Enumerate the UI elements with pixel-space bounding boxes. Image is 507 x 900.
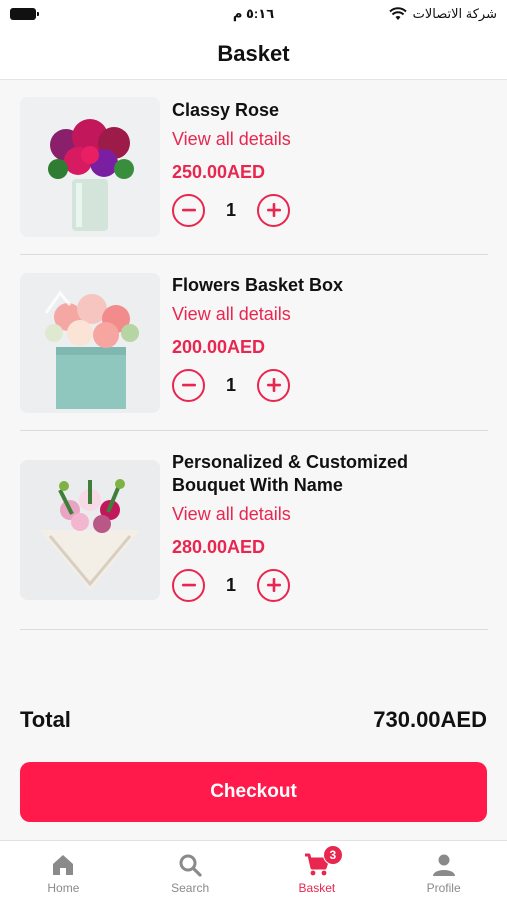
flower-box-image[interactable] [20,273,160,413]
plus-icon [266,578,281,592]
basket-screen: ٥:١٦ م شركة الاتصالات Basket Classy Rose… [0,0,507,900]
bouquet-image[interactable] [20,460,160,600]
decrease-quantity-button[interactable] [172,368,205,402]
quantity-value: 1 [225,574,236,595]
quantity-value: 1 [225,199,236,220]
tab-label: Basket [298,881,336,895]
total-value: 730.00AED [373,707,487,732]
flower-vase-icon [20,97,160,237]
view-details-link[interactable]: View all details [172,503,488,526]
tab-label: Search [171,881,210,895]
minus-icon [181,583,196,587]
item-name: Classy Rose [172,100,280,120]
basket-count-badge: 3 [322,845,343,865]
plus-icon [266,203,281,217]
item-name: Flowers Basket Box [172,275,344,295]
tab-home[interactable]: Home [0,841,127,900]
tab-label: Profile [426,881,461,895]
quantity-value: 1 [225,374,236,395]
increase-quantity-button[interactable] [257,193,290,227]
basket-item: Classy Rose View all details 250.00AED 1 [20,81,488,255]
view-details-link[interactable]: View all details [172,303,488,326]
basket-item: Flowers Basket Box View all details 200.… [20,255,488,431]
tab-bar: Home Search 3 Basket Profile [0,840,507,900]
quantity-stepper: 1 [172,368,488,402]
tab-label: Home [47,881,80,895]
quantity-stepper: 1 [172,568,488,602]
battery-icon [10,8,39,20]
carrier-name: شركة الاتصالات [412,6,497,21]
wifi-icon [388,7,407,20]
bouquet-icon [20,460,160,600]
item-name-line-2: Bouquet With Name [172,475,343,495]
flower-box-icon [20,273,160,413]
tab-basket[interactable]: 3 Basket [254,841,381,900]
view-details-link[interactable]: View all details [172,128,488,151]
item-price: 200.00AED [172,337,266,357]
page-title: Basket [217,40,290,66]
increase-quantity-button[interactable] [257,568,290,602]
total-row: Total 730.00AED [20,704,487,736]
minus-icon [181,208,196,212]
increase-quantity-button[interactable] [257,368,290,402]
quantity-stepper: 1 [172,193,488,227]
minus-icon [181,383,196,387]
profile-icon [432,854,455,876]
search-icon [179,854,202,877]
total-label: Total [20,707,71,732]
basket-item: Personalized & Customized Bouquet With N… [20,431,488,630]
status-bar: ٥:١٦ م شركة الاتصالات [0,0,507,28]
item-price: 250.00AED [172,162,266,182]
item-price: 280.00AED [172,537,266,557]
tab-search[interactable]: Search [127,841,254,900]
checkout-button[interactable]: Checkout [20,762,487,822]
tab-profile[interactable]: Profile [380,841,507,900]
decrease-quantity-button[interactable] [172,193,205,227]
item-name-line-1: Personalized & Customized [172,452,409,472]
plus-icon [266,378,281,392]
decrease-quantity-button[interactable] [172,568,205,602]
flower-vase-image[interactable] [20,97,160,237]
page-header: Basket [0,28,507,80]
home-icon [53,855,74,875]
